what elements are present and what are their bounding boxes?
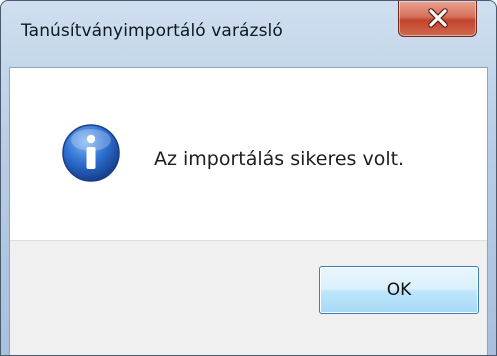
info-icon [60, 122, 122, 188]
message-text: Az importálás sikeres volt. [154, 148, 405, 170]
window-title: Tanúsítványimportáló varázsló [21, 21, 283, 41]
ok-button[interactable]: OK [319, 266, 479, 314]
dialog-client-area: Az importálás sikeres volt. OK [9, 67, 488, 355]
close-icon [428, 8, 448, 28]
message-area: Az importálás sikeres volt. [10, 68, 487, 240]
close-button[interactable] [398, 1, 477, 37]
title-bar[interactable]: Tanúsítványimportáló varázsló [1, 1, 496, 67]
button-area: OK [10, 240, 487, 355]
dialog-window: Tanúsítványimportáló varázsló Az importá… [0, 0, 497, 356]
